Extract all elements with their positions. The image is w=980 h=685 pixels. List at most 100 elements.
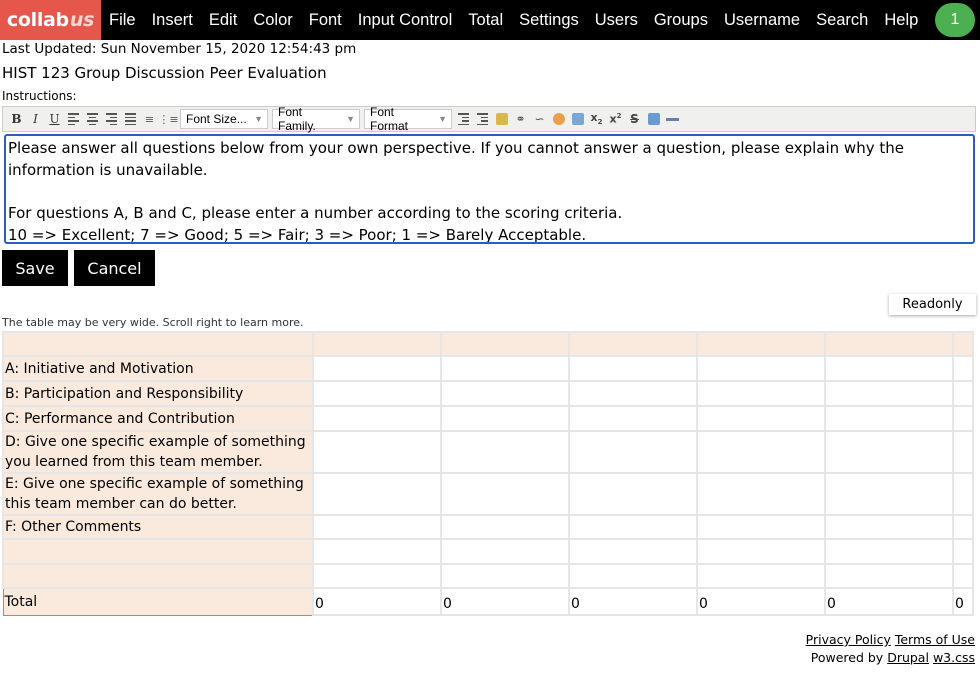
table-cell[interactable]: [824, 380, 954, 407]
table-cell[interactable]: [824, 563, 954, 589]
menu-username[interactable]: Username: [716, 0, 808, 40]
table-cell[interactable]: [568, 563, 698, 589]
menu-search[interactable]: Search: [808, 0, 876, 40]
table-cell[interactable]: [952, 355, 974, 382]
cancel-button[interactable]: Cancel: [74, 250, 155, 286]
table-cell[interactable]: [952, 563, 974, 589]
ordered-list-button[interactable]: ≡: [140, 110, 159, 129]
readonly-button[interactable]: Readonly: [889, 294, 976, 315]
table-cell[interactable]: [696, 538, 826, 565]
instructions-editor[interactable]: Please answer all questions below from y…: [4, 134, 975, 244]
table-cell[interactable]: [568, 355, 698, 382]
table-cell[interactable]: [696, 405, 826, 432]
table-cell[interactable]: [312, 380, 442, 407]
align-right-button[interactable]: [102, 110, 121, 129]
drupal-link[interactable]: Drupal: [887, 650, 929, 665]
insert-image-button[interactable]: [568, 110, 587, 129]
menu-groups[interactable]: Groups: [646, 0, 716, 40]
table-cell[interactable]: [568, 472, 698, 516]
horizontal-rule-button[interactable]: [663, 110, 682, 129]
header-cell[interactable]: [312, 331, 442, 357]
table-cell[interactable]: [696, 514, 826, 540]
italic-button[interactable]: I: [26, 110, 45, 129]
table-cell[interactable]: [312, 563, 442, 589]
menu-font[interactable]: Font: [301, 0, 350, 40]
menu-file[interactable]: File: [101, 0, 144, 40]
edit-source-button[interactable]: [492, 110, 511, 129]
menu-input-control[interactable]: Input Control: [350, 0, 460, 40]
table-cell[interactable]: [824, 355, 954, 382]
menu-total[interactable]: Total: [460, 0, 511, 40]
table-cell[interactable]: [824, 538, 954, 565]
table-cell[interactable]: [568, 538, 698, 565]
save-button[interactable]: Save: [2, 250, 68, 286]
table-cell[interactable]: [440, 563, 570, 589]
indent-button[interactable]: [473, 110, 492, 129]
superscript-button[interactable]: x2: [606, 110, 625, 129]
strikethrough-button[interactable]: S: [625, 110, 644, 129]
user-count-badge[interactable]: 1: [935, 3, 975, 37]
table-cell[interactable]: [312, 472, 442, 516]
unlink-button[interactable]: ∽: [530, 110, 549, 129]
table-cell[interactable]: [440, 405, 570, 432]
table-cell[interactable]: [440, 380, 570, 407]
app-logo[interactable]: collab us: [0, 0, 101, 40]
table-cell[interactable]: [824, 430, 954, 474]
table-cell[interactable]: [312, 538, 442, 565]
table-cell[interactable]: [952, 514, 974, 540]
align-justify-button[interactable]: [121, 110, 140, 129]
anchor-button[interactable]: [549, 110, 568, 129]
table-cell[interactable]: [824, 514, 954, 540]
table-cell[interactable]: [696, 563, 826, 589]
table-cell[interactable]: [312, 514, 442, 540]
clear-format-button[interactable]: [644, 110, 663, 129]
header-cell[interactable]: [440, 331, 570, 357]
menu-color[interactable]: Color: [245, 0, 300, 40]
terms-of-use-link[interactable]: Terms of Use: [895, 632, 975, 647]
font-family-select[interactable]: Font Family. ▼: [272, 105, 360, 133]
table-cell[interactable]: [696, 380, 826, 407]
bold-button[interactable]: B: [7, 110, 26, 129]
menu-settings[interactable]: Settings: [511, 0, 587, 40]
header-cell[interactable]: [696, 331, 826, 357]
table-cell[interactable]: [568, 380, 698, 407]
table-cell[interactable]: [440, 538, 570, 565]
font-format-select[interactable]: Font Format ▼: [364, 105, 452, 133]
underline-button[interactable]: U: [45, 110, 64, 129]
header-cell[interactable]: [952, 331, 974, 357]
menu-edit[interactable]: Edit: [201, 0, 245, 40]
w3css-link[interactable]: w3.css: [933, 650, 975, 665]
table-cell[interactable]: [696, 472, 826, 516]
menu-users[interactable]: Users: [587, 0, 646, 40]
table-cell[interactable]: [312, 430, 442, 474]
table-cell[interactable]: [952, 380, 974, 407]
align-left-button[interactable]: [64, 110, 83, 129]
menu-insert[interactable]: Insert: [144, 0, 201, 40]
table-cell[interactable]: [312, 355, 442, 382]
table-cell[interactable]: [824, 405, 954, 432]
font-size-select[interactable]: Font Size... ▼: [180, 109, 268, 129]
align-center-button[interactable]: [83, 110, 102, 129]
insert-link-button[interactable]: ⚭: [511, 110, 530, 129]
table-cell[interactable]: [568, 514, 698, 540]
unordered-list-button[interactable]: ⋮≡: [158, 110, 178, 129]
subscript-button[interactable]: x2: [587, 110, 606, 129]
table-cell[interactable]: [696, 430, 826, 474]
table-cell[interactable]: [440, 355, 570, 382]
table-cell[interactable]: [824, 472, 954, 516]
privacy-policy-link[interactable]: Privacy Policy: [806, 632, 891, 647]
outdent-button[interactable]: [454, 110, 473, 129]
table-cell[interactable]: [952, 430, 974, 474]
table-cell[interactable]: [312, 405, 442, 432]
menu-help[interactable]: Help: [876, 0, 926, 40]
table-cell[interactable]: [952, 405, 974, 432]
header-cell[interactable]: [824, 331, 954, 357]
table-cell[interactable]: [440, 472, 570, 516]
header-cell[interactable]: [568, 331, 698, 357]
table-cell[interactable]: [952, 472, 974, 516]
table-cell[interactable]: [568, 430, 698, 474]
table-cell[interactable]: [568, 405, 698, 432]
table-cell[interactable]: [440, 430, 570, 474]
table-cell[interactable]: [440, 514, 570, 540]
table-cell[interactable]: [696, 355, 826, 382]
